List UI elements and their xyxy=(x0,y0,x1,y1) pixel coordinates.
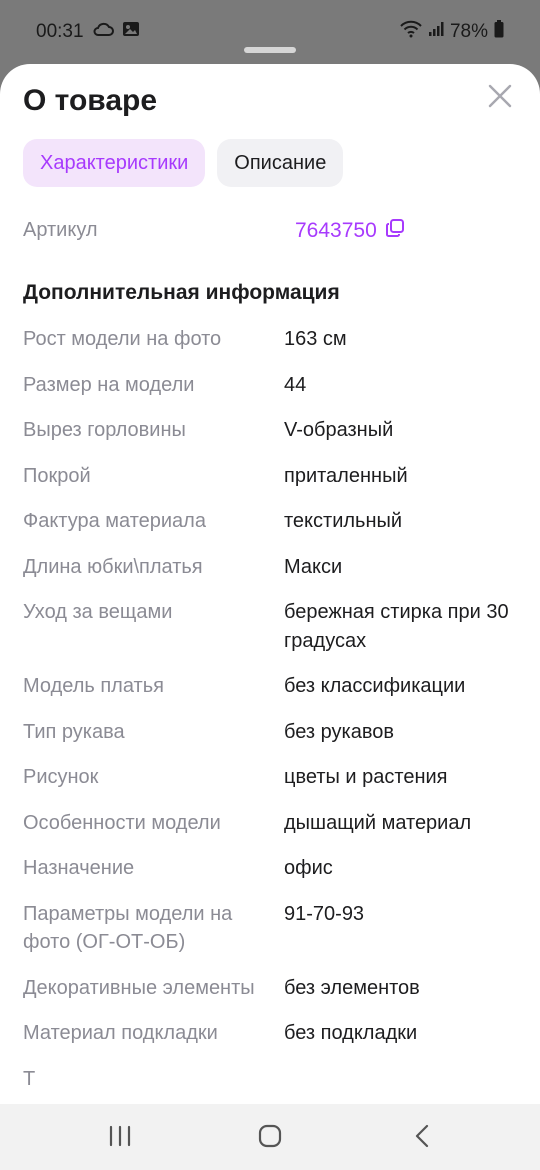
spec-name: Размер на модели xyxy=(23,373,195,396)
spec-row: Рост модели на фото 163 см xyxy=(23,325,523,354)
spec-row: Особенности модели дышащий материал xyxy=(23,809,523,838)
spec-name: Вырез горловины xyxy=(23,419,186,441)
spec-value: дышащий материал xyxy=(284,811,472,834)
back-button[interactable] xyxy=(404,1122,440,1154)
spec-value: офис xyxy=(284,857,333,879)
cloud-icon xyxy=(92,21,114,43)
spec-value: 91-70-93 xyxy=(284,902,365,925)
product-info-sheet: О товаре Характеристики Описание Артикул… xyxy=(0,64,540,1104)
bottom-fade xyxy=(0,1086,540,1104)
tab-description[interactable]: Описание xyxy=(217,139,344,187)
spec-row: Назначение офис xyxy=(23,854,523,883)
spec-name: Рисунок xyxy=(23,766,99,788)
spec-value: текстильный xyxy=(284,510,403,532)
spec-row: Материал подкладки без подкладки xyxy=(23,1019,523,1048)
close-button[interactable] xyxy=(484,82,516,114)
spec-name: Рост модели на фото xyxy=(23,328,222,350)
article-label: Артикул xyxy=(23,219,98,241)
back-icon xyxy=(414,1124,430,1153)
tab-characteristics[interactable]: Характеристики xyxy=(23,139,206,187)
spec-row: Рисунок цветы и растения xyxy=(23,763,523,792)
spec-row: Параметры модели на фото (ОГ-ОТ-ОБ) 91-70… xyxy=(23,900,523,957)
spec-value: приталенный xyxy=(284,464,408,487)
spec-row: Тип рукава без рукавов xyxy=(23,718,523,747)
spec-value: 44 xyxy=(284,373,307,396)
sheet-drag-handle[interactable] xyxy=(244,47,296,53)
spec-list: Рост модели на фото 163 см Размер на моде… xyxy=(23,325,523,1104)
spec-value: без рукавов xyxy=(284,720,394,743)
spec-value: без элементов xyxy=(284,976,420,999)
spec-value: без подкладки xyxy=(284,1022,418,1044)
spec-name: Декоративные элементы xyxy=(23,976,255,999)
spec-row: Размер на модели 44 xyxy=(23,371,523,400)
additional-info-title: Дополнительная информация xyxy=(23,281,340,304)
spec-name: Покрой xyxy=(23,464,91,487)
spec-name: Параметры модели на фото (ОГ-ОТ-ОБ) xyxy=(23,902,233,954)
spec-value: без классификации xyxy=(284,675,466,697)
article-copy-button[interactable]: 7643750 xyxy=(295,218,405,244)
spec-name: Модель платья xyxy=(23,675,164,697)
spec-row: Декоративные элементы без элементов xyxy=(23,974,523,1003)
image-icon xyxy=(122,20,140,44)
battery-percent: 78% xyxy=(449,21,488,42)
wifi-icon xyxy=(400,20,422,44)
spec-value: V-образный xyxy=(284,419,394,441)
spec-value: цветы и растения xyxy=(284,766,448,788)
article-row: Артикул 7643750 xyxy=(23,219,523,249)
spec-name: Материал подкладки xyxy=(23,1022,218,1044)
copy-icon xyxy=(385,218,405,244)
sheet-title: О товаре xyxy=(23,84,158,117)
spec-name: Уход за вещами xyxy=(23,601,173,623)
spec-value: бережная стирка при 30 градусах xyxy=(284,601,509,652)
spec-value: Макси xyxy=(284,555,343,578)
spec-row: Вырез горловины V-образный xyxy=(23,416,523,445)
recent-apps-icon xyxy=(107,1125,133,1152)
home-button[interactable] xyxy=(252,1122,288,1154)
spec-name: Длина юбки\платья xyxy=(23,555,203,578)
spec-row: Модель платья без классификации xyxy=(23,672,523,701)
spec-row: Фактура материала текстильный xyxy=(23,507,523,536)
battery-icon xyxy=(494,20,504,44)
spec-row: Уход за вещами бережная стирка при 30 гра… xyxy=(23,598,523,655)
spec-row: Длина юбки\платья Макси xyxy=(23,553,523,582)
recent-apps-button[interactable] xyxy=(102,1122,138,1154)
navigation-bar xyxy=(0,1104,540,1170)
signal-icon xyxy=(428,21,444,43)
spec-name: Особенности модели xyxy=(23,811,221,834)
spec-name: Фактура материала xyxy=(23,510,206,532)
close-icon xyxy=(487,83,513,114)
spec-row: Покрой приталенный xyxy=(23,462,523,491)
spec-name: Тип рукава xyxy=(23,720,125,743)
spec-value: 163 см xyxy=(284,328,347,350)
status-time: 00:31 xyxy=(36,21,84,42)
article-value: 7643750 xyxy=(295,219,377,242)
home-icon xyxy=(258,1124,282,1153)
spec-name: Назначение xyxy=(23,857,135,879)
status-right: 78% xyxy=(400,20,504,44)
tabs: Характеристики Описание xyxy=(23,139,344,187)
status-left: 00:31 xyxy=(36,20,140,44)
